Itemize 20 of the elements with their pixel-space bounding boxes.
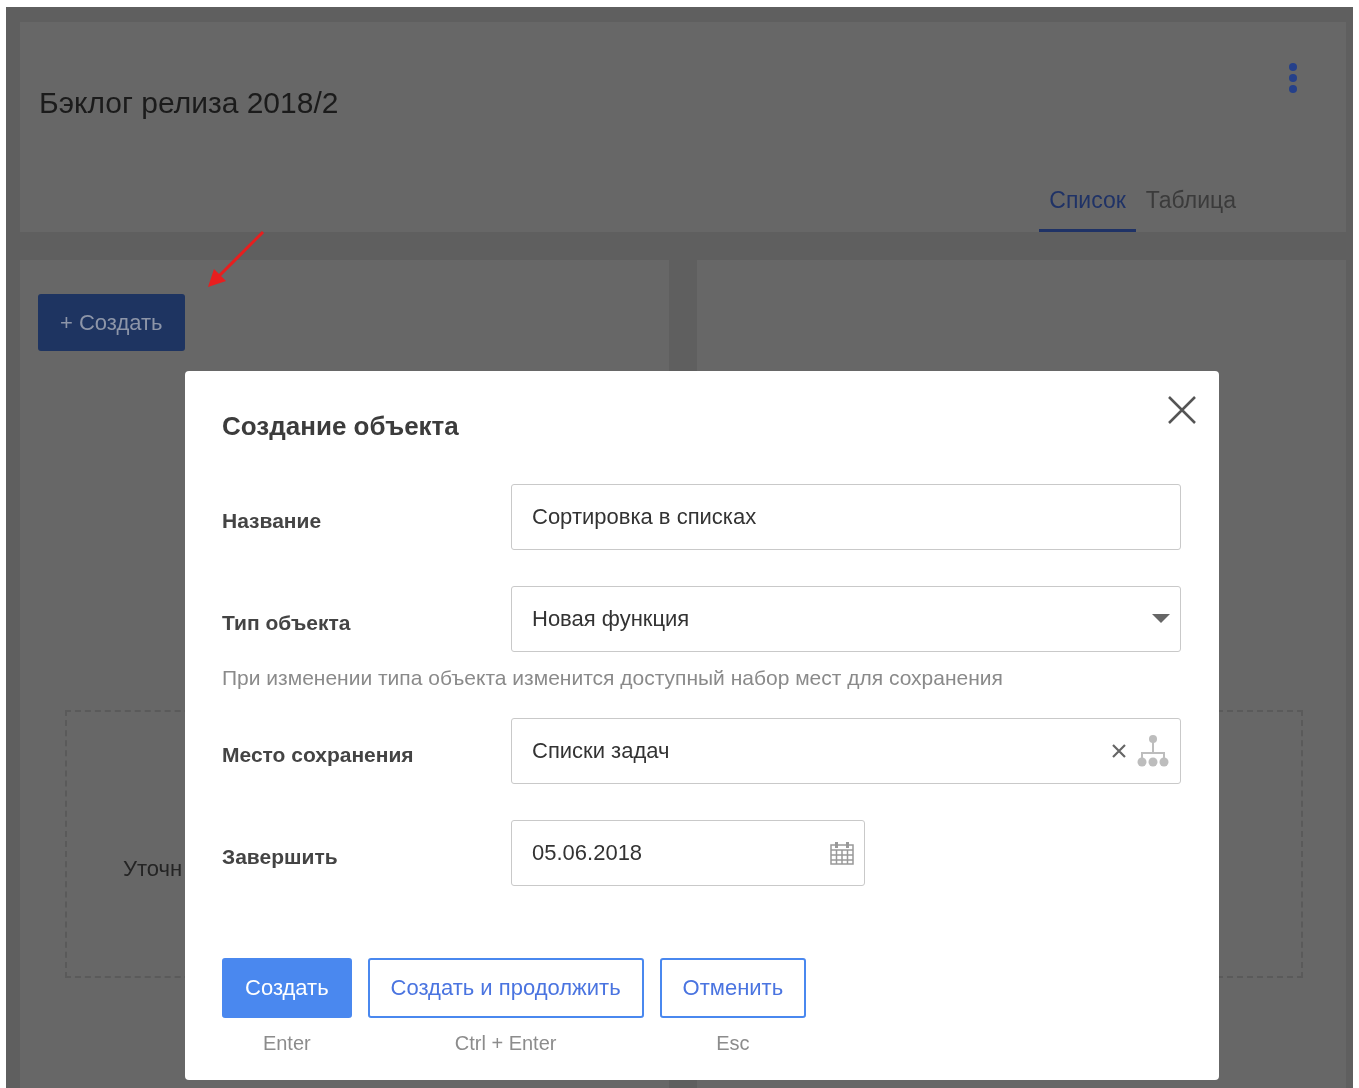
shortcut-hint: Enter [262,1030,311,1056]
close-icon[interactable] [1167,395,1197,425]
card-text: Уточн [123,855,183,883]
field-label: Завершить [222,843,339,870]
date-field[interactable]: 05.06.2018 [511,819,865,886]
calendar-icon[interactable] [830,840,854,865]
shortcut-hint: Ctrl + Enter [454,1030,557,1056]
create-button[interactable]: + Создать [38,294,185,351]
field-label: Тип объекта [222,610,352,637]
shortcut-hint: Esc [716,1030,750,1056]
field-label: Название [222,508,323,535]
dialog-button[interactable]: Отменить [659,957,807,1018]
dialog-title: Создание объекта [222,411,460,443]
page-title: Бэклог релиза 2018/2 [39,86,340,119]
hint-text: При изменении типа объекта изменится доступный набор мест для сохранения [222,665,1004,692]
clear-icon[interactable] [1112,743,1126,758]
field-label: Место сохранения [222,741,415,768]
caret-icon[interactable] [1152,614,1170,625]
dialog-button[interactable]: Создать и продолжить [367,957,644,1018]
field-value[interactable]: 05.06.2018 [512,820,820,885]
